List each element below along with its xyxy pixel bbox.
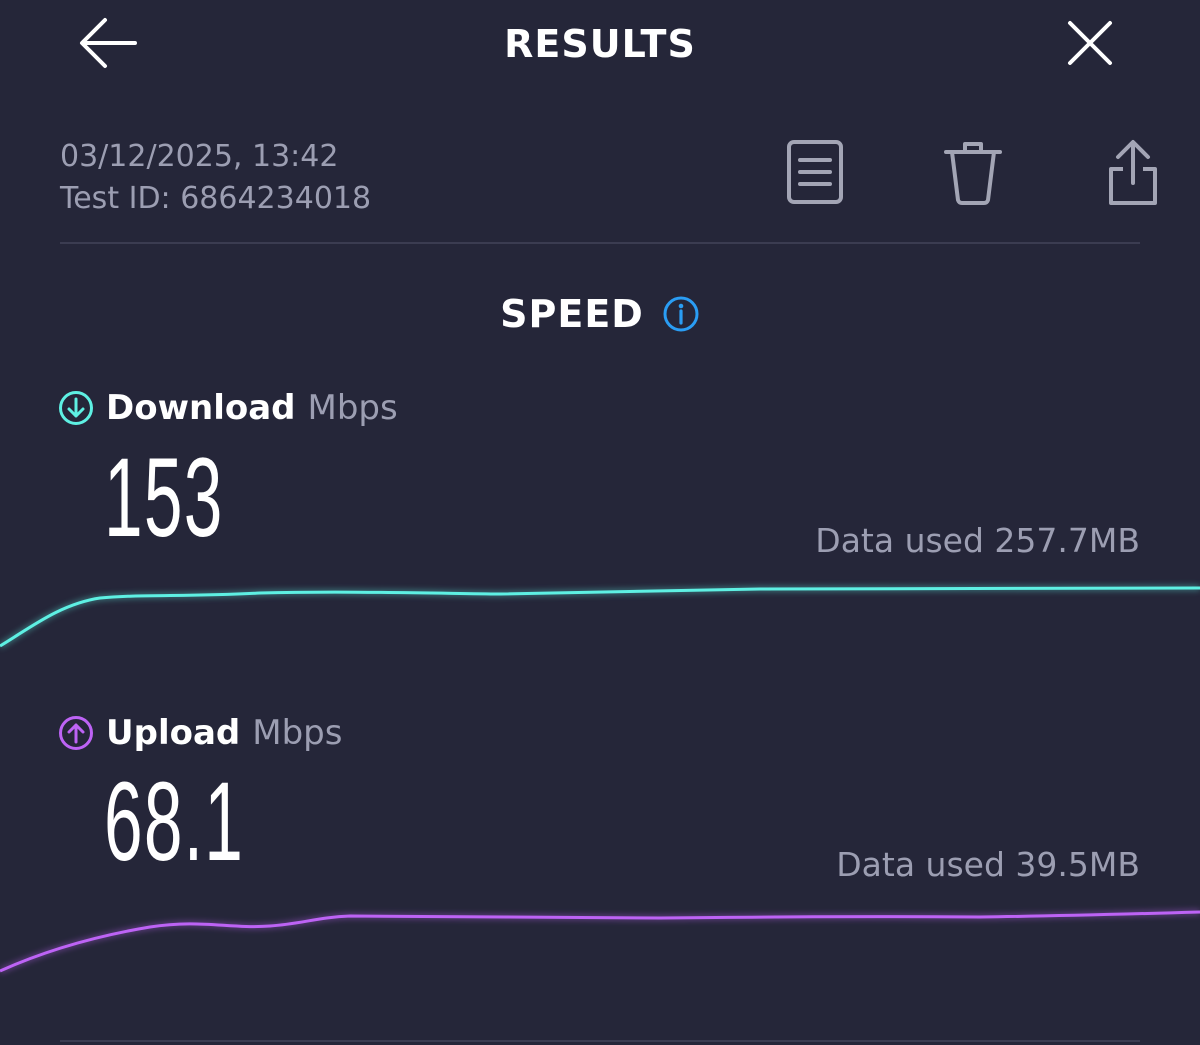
delete-button[interactable] — [938, 134, 1008, 210]
download-speed-graph — [0, 585, 1200, 649]
header-divider — [60, 242, 1140, 244]
document-icon — [787, 140, 843, 204]
download-unit: Mbps — [307, 388, 398, 428]
bottom-divider — [60, 1040, 1140, 1042]
upload-header: Upload Mbps — [58, 713, 342, 753]
trash-icon — [944, 142, 1002, 205]
share-icon — [1109, 140, 1157, 205]
close-button[interactable] — [1058, 12, 1122, 74]
download-label: Download — [106, 388, 296, 428]
arrow-up-circle-icon — [59, 716, 93, 750]
upload-unit: Mbps — [252, 713, 343, 753]
upload-value: 68.1 — [104, 759, 245, 884]
close-icon — [1068, 21, 1112, 65]
report-button[interactable] — [780, 134, 850, 210]
download-header: Download Mbps — [58, 388, 398, 428]
download-data-used: Data used 257.7MB — [815, 521, 1140, 560]
share-button[interactable] — [1098, 134, 1168, 210]
upload-label: Upload — [106, 713, 241, 753]
info-icon[interactable] — [662, 295, 700, 333]
arrow-down-circle-icon — [59, 391, 93, 425]
speed-title: SPEED — [500, 292, 644, 336]
upload-data-used: Data used 39.5MB — [836, 845, 1140, 884]
upload-speed-graph — [0, 909, 1200, 974]
speed-section-header: SPEED — [0, 292, 1200, 336]
page-title: RESULTS — [504, 22, 696, 66]
download-value: 153 — [104, 435, 224, 560]
test-id: Test ID: 6864234018 — [60, 181, 372, 216]
test-datetime: 03/12/2025, 13:42 — [60, 139, 339, 174]
